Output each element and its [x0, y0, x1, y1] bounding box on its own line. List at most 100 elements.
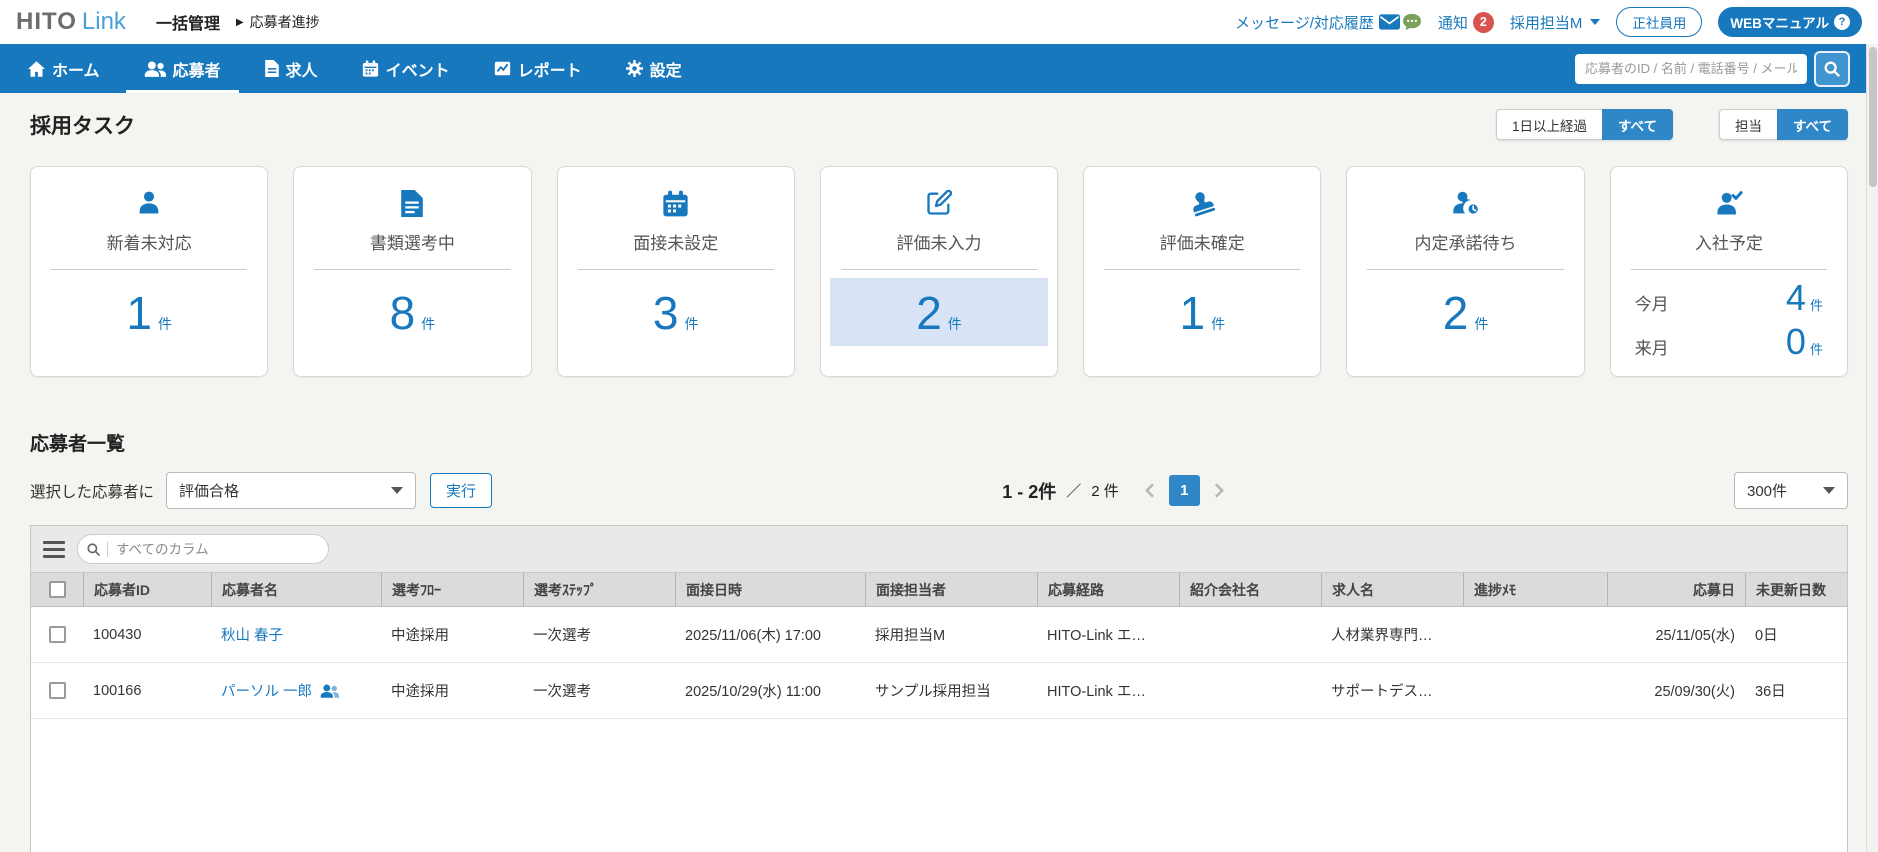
page-size-select[interactable]: 300件	[1734, 472, 1848, 509]
task-card-new-unhandled[interactable]: 新着未対応 1件	[30, 166, 269, 377]
filter-elapsed-button[interactable]: 1日以上経過	[1495, 109, 1602, 140]
card-count: 2	[916, 287, 942, 339]
search-icon	[86, 541, 108, 557]
stamp-icon	[1084, 187, 1320, 219]
column-header[interactable]: 面接担当者	[865, 573, 1037, 606]
column-header[interactable]: 面接日時	[675, 573, 865, 606]
nav-item-label: 設定	[649, 62, 682, 80]
days-not-updated: 36日	[1755, 684, 1786, 700]
card-row-count: 0	[1785, 321, 1806, 362]
card-row-unit: 件	[1809, 342, 1823, 357]
task-card-document-screening[interactable]: 書類選考中 8件	[293, 166, 532, 377]
task-cards: 新着未対応 1件 書類選考中 8件 面接未設定 3 件 評価未入力 2 件 評価…	[30, 166, 1848, 377]
top-bar: HITO Link 一括管理 ▶ 応募者進捗 メッセージ/対応履歴 通知 2 採…	[0, 0, 1878, 44]
task-card-offer-acceptance-waiting[interactable]: 内定承諾待ち 2件	[1346, 166, 1585, 377]
envelope-icon	[1378, 14, 1400, 30]
filter-assigned-button[interactable]: 担当	[1718, 109, 1777, 140]
bulk-action-select[interactable]: 評価合格	[166, 472, 417, 509]
row-select-checkbox[interactable]	[48, 626, 66, 643]
applicant-name-link[interactable]: 秋山 春子	[221, 624, 283, 645]
breadcrumb: 一括管理 ▶ 応募者進捗	[156, 10, 320, 34]
document-icon	[294, 187, 530, 219]
column-header[interactable]: 応募者ID	[83, 573, 211, 606]
column-search-input[interactable]	[108, 541, 324, 557]
help-icon	[1834, 14, 1850, 30]
select-all-checkbox[interactable]	[48, 581, 66, 598]
nav-item-settings[interactable]: 設定	[608, 44, 700, 93]
column-header[interactable]: 応募者名	[211, 573, 381, 606]
card-label: 面接未設定	[633, 234, 719, 253]
main-nav: ホーム 応募者 求人 イベント レポート 設定 応募者のID / 名前 / 電話…	[0, 44, 1878, 93]
row-select-checkbox[interactable]	[48, 682, 66, 699]
page-number-button[interactable]: 1	[1168, 475, 1200, 506]
table-row[interactable]: 100430 秋山 春子 中途採用 一次選考 2025/11/06(木) 17:…	[31, 607, 1847, 663]
messages-link-label: メッセージ/対応履歴	[1235, 14, 1374, 32]
nav-item-applicants[interactable]: 応募者	[125, 44, 239, 93]
application-route: HITO-Link エ…	[1047, 684, 1146, 700]
app-logo[interactable]: HITO Link	[16, 8, 126, 36]
web-manual-label: WEBマニュアル	[1730, 16, 1829, 31]
task-card-evaluation-pending-input[interactable]: 評価未入力 2件	[819, 166, 1059, 377]
card-count: 2	[1442, 287, 1469, 339]
chart-icon	[494, 60, 511, 77]
filter-all-button[interactable]: すべて	[1776, 109, 1848, 140]
table-row[interactable]: 100166 パーソル 一郎 中途採用 一次選考 2025/10/29(水) 1…	[31, 663, 1847, 719]
nav-search	[1575, 44, 1872, 93]
nav-item-label: イベント	[385, 62, 450, 80]
task-card-joining-scheduled[interactable]: 入社予定 今月 4件 来月 0件	[1609, 166, 1848, 377]
assignee-filter-toggle: 担当 すべて	[1718, 109, 1848, 140]
nav-item-label: 応募者	[172, 62, 221, 80]
nav-item-reports[interactable]: レポート	[476, 44, 600, 93]
column-header[interactable]: 未更新日数	[1745, 573, 1847, 606]
pagination-total: 2 件	[1091, 483, 1119, 500]
applicant-list-title: 応募者一覧	[30, 434, 126, 455]
column-header[interactable]: 進捗ﾒﾓ	[1463, 573, 1607, 606]
prev-page-button[interactable]	[1144, 483, 1155, 498]
bulk-action-value: 評価合格	[179, 483, 240, 500]
messages-link[interactable]: メッセージ/対応履歴	[1235, 12, 1422, 33]
task-card-evaluation-unconfirmed[interactable]: 評価未確定 1件	[1083, 166, 1322, 377]
card-row-label: 来月	[1634, 339, 1669, 358]
selection-step: 一次選考	[533, 628, 591, 644]
page: HITO Link 一括管理 ▶ 応募者進捗 メッセージ/対応履歴 通知 2 採…	[0, 0, 1878, 852]
account-type-button[interactable]: 正社員用	[1616, 7, 1703, 37]
web-manual-button[interactable]: WEBマニュアル	[1718, 7, 1862, 37]
table-menu-icon[interactable]	[43, 540, 65, 558]
applicant-id: 100430	[93, 626, 142, 643]
column-search	[77, 534, 329, 564]
filter-all-button[interactable]: すべて	[1601, 109, 1673, 140]
card-count-unit: 件	[684, 316, 699, 332]
card-row-label: 今月	[1634, 295, 1669, 314]
interviewer: サンプル採用担当	[875, 684, 991, 700]
applicant-search-input[interactable]	[1575, 53, 1807, 84]
pagination-separator: ／	[1066, 483, 1082, 500]
task-card-interview-unscheduled[interactable]: 面接未設定 3件	[556, 166, 795, 377]
pagination: 1 - 2件 ／ 2 件 1	[492, 475, 1734, 506]
nav-item-jobs[interactable]: 求人	[247, 44, 336, 93]
person-icon	[31, 187, 267, 219]
card-row-count: 4	[1785, 277, 1806, 318]
column-header[interactable]: 応募日	[1607, 573, 1745, 606]
next-page-button[interactable]	[1214, 483, 1224, 498]
execute-button[interactable]: 実行	[430, 473, 493, 508]
card-label: 入社予定	[1694, 234, 1763, 253]
column-header[interactable]: 紹介会社名	[1179, 573, 1321, 606]
column-header[interactable]: 選考ﾌﾛｰ	[381, 573, 523, 606]
joining-this-month-row: 今月 4件	[1631, 274, 1827, 318]
search-button[interactable]	[1814, 50, 1850, 87]
nav-item-events[interactable]: イベント	[344, 44, 468, 93]
scrollbar-thumb[interactable]	[1869, 47, 1877, 187]
applied-date: 25/11/05(水)	[1655, 628, 1735, 644]
application-route: HITO-Link エ…	[1047, 628, 1146, 644]
bulk-action-label: 選択した応募者に	[30, 483, 155, 501]
nav-item-home[interactable]: ホーム	[10, 44, 118, 93]
notifications-link[interactable]: 通知 2	[1437, 11, 1494, 33]
scrollbar[interactable]	[1866, 44, 1878, 852]
user-menu[interactable]: 採用担当M	[1510, 12, 1601, 33]
applicant-name-link[interactable]: パーソル 一郎	[221, 680, 312, 701]
notifications-label: 通知	[1437, 14, 1468, 32]
column-header[interactable]: 選考ｽﾃｯﾌﾟ	[523, 573, 675, 606]
column-header[interactable]: 応募経路	[1037, 573, 1179, 606]
person-check-icon	[1611, 187, 1847, 219]
column-header[interactable]: 求人名	[1321, 573, 1463, 606]
